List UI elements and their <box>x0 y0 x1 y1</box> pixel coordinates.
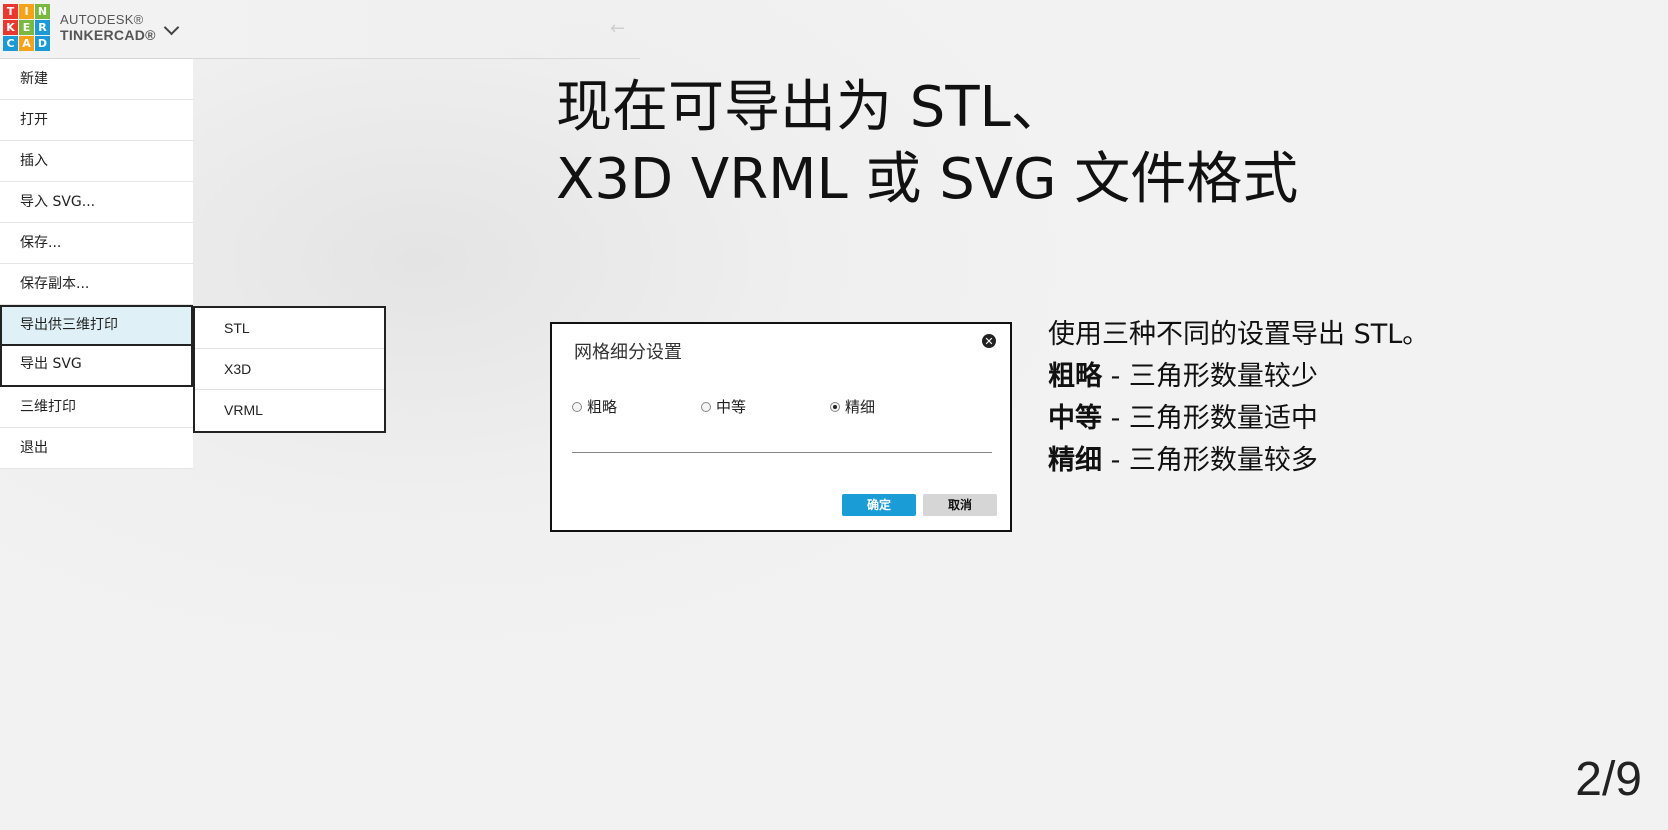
info-text: 使用三种不同的设置导出 STL。 粗略 - 三角形数量较少 中等 - 三角形数量… <box>1048 314 1429 482</box>
info-row: 精细 - 三角形数量较多 <box>1048 440 1429 482</box>
radio-coarse[interactable]: 粗略 <box>572 396 617 417</box>
radio-label: 粗略 <box>587 398 618 416</box>
design-menu: 新建 打开 插入 导入 SVG... 保存... 保存副本... 导出供三维打印… <box>0 59 193 469</box>
logo-letter: D <box>35 36 50 51</box>
info-term: 中等 <box>1048 403 1102 434</box>
submenu-item-vrml[interactable]: VRML <box>195 390 384 431</box>
radio-circle-selected[interactable] <box>830 401 840 412</box>
page-indicator: 2/9 <box>1575 753 1642 806</box>
radio-label: 精细 <box>845 398 876 416</box>
info-row: 中等 - 三角形数量适中 <box>1048 398 1429 440</box>
menu-item-quit[interactable]: 退出 <box>0 428 193 469</box>
cancel-button[interactable]: 取消 <box>923 494 997 516</box>
chevron-down-icon[interactable] <box>163 19 180 36</box>
menu-item-export-svg[interactable]: 导出 SVG <box>0 346 193 387</box>
mesh-settings-dialog: 网格细分设置 ✕ 粗略 中等 精细 确定 取消 <box>550 322 1012 532</box>
export-submenu: STL X3D VRML <box>193 306 386 433</box>
menu-item-save[interactable]: 保存... <box>0 223 193 264</box>
slide-headline: 现在可导出为 STL、 X3D VRML 或 SVG 文件格式 <box>556 72 1298 216</box>
info-term: 粗略 <box>1048 361 1102 392</box>
logo-letter: E <box>19 20 34 35</box>
radio-circle[interactable] <box>701 401 711 412</box>
logo-letter: K <box>3 20 18 35</box>
radio-fine[interactable]: 精细 <box>830 396 875 417</box>
menu-item-new[interactable]: 新建 <box>0 59 193 100</box>
submenu-item-x3d[interactable]: X3D <box>195 349 384 390</box>
info-desc: - 三角形数量较多 <box>1102 445 1318 476</box>
info-intro: 使用三种不同的设置导出 STL。 <box>1048 319 1430 350</box>
top-bar: T I N K E R C A D AUTODESK® TINKERCAD® ← <box>0 0 640 59</box>
logo-letter: T <box>3 4 18 19</box>
info-desc: - 三角形数量较少 <box>1102 361 1318 392</box>
tinkercad-logo[interactable]: T I N K E R C A D <box>3 4 50 51</box>
info-desc: - 三角形数量适中 <box>1102 403 1318 434</box>
logo-letter: N <box>35 4 50 19</box>
logo-letter: C <box>3 36 18 51</box>
headline-line-1: 现在可导出为 STL、 <box>556 75 1067 140</box>
menu-item-3d-print[interactable]: 三维打印 <box>0 387 193 428</box>
menu-item-export-3d-print[interactable]: 导出供三维打印 <box>0 305 193 346</box>
logo-letter: R <box>35 20 50 35</box>
resolution-options: 粗略 中等 精细 <box>572 396 992 416</box>
info-term: 精细 <box>1048 445 1102 476</box>
brand-tinkercad: TINKERCAD® <box>60 27 156 43</box>
info-row: 粗略 - 三角形数量较少 <box>1048 356 1429 398</box>
brand-autodesk: AUTODESK® <box>60 12 144 27</box>
menu-item-save-copy[interactable]: 保存副本... <box>0 264 193 305</box>
menu-item-import-svg[interactable]: 导入 SVG... <box>0 182 193 223</box>
menu-item-open[interactable]: 打开 <box>0 100 193 141</box>
radio-label: 中等 <box>716 398 747 416</box>
logo-letter: A <box>19 36 34 51</box>
dialog-title: 网格细分设置 <box>574 342 682 363</box>
close-icon[interactable]: ✕ <box>982 334 996 348</box>
radio-circle[interactable] <box>572 401 582 412</box>
headline-line-2: X3D VRML 或 SVG 文件格式 <box>556 147 1299 212</box>
faint-arrow-icon: ← <box>610 18 626 39</box>
logo-letter: I <box>19 4 34 19</box>
radio-medium[interactable]: 中等 <box>701 396 746 417</box>
brand-text: AUTODESK® TINKERCAD® <box>60 12 156 43</box>
menu-item-insert[interactable]: 插入 <box>0 141 193 182</box>
ok-button[interactable]: 确定 <box>842 494 916 516</box>
dialog-divider <box>572 452 992 453</box>
submenu-item-stl[interactable]: STL <box>195 308 384 349</box>
